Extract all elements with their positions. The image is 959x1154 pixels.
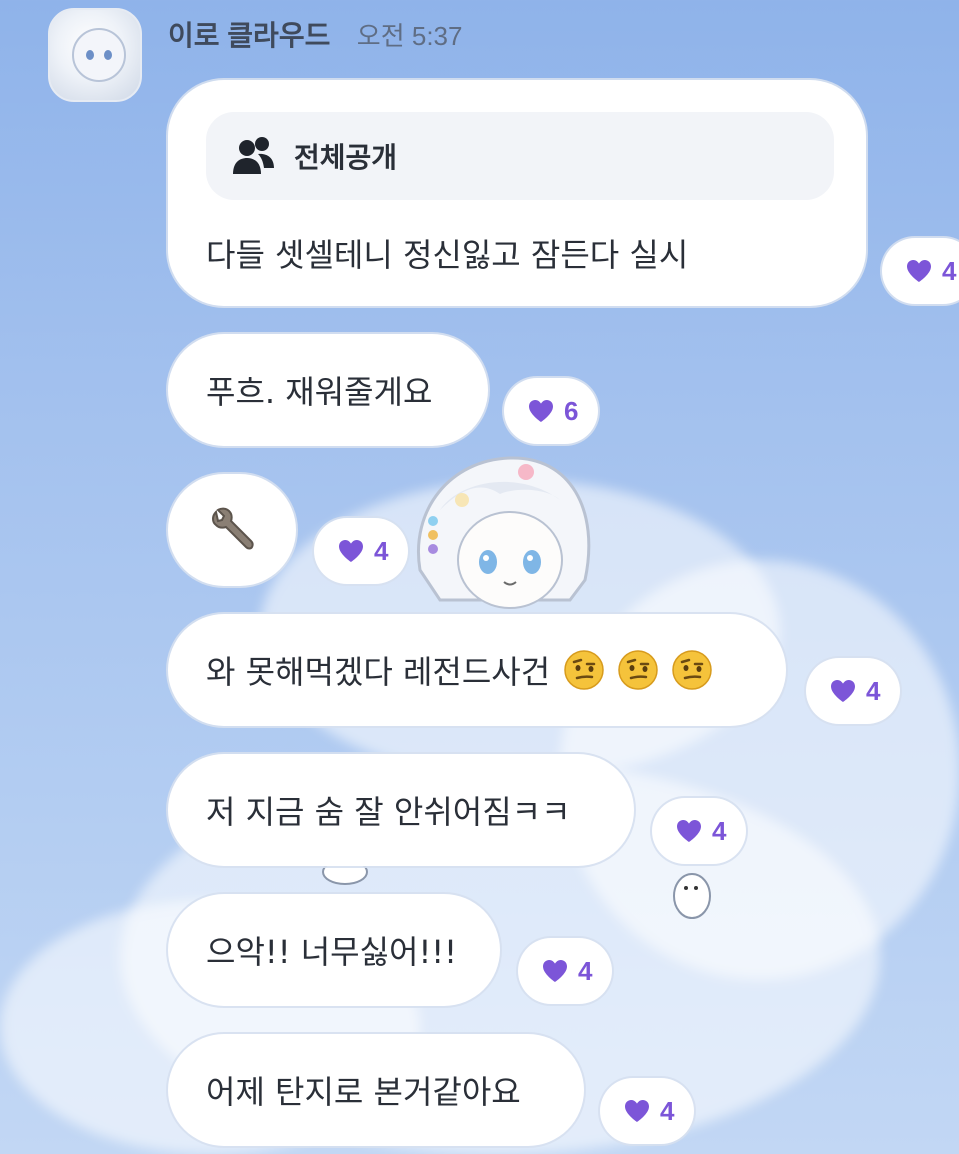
like-badge[interactable]: 4 xyxy=(314,518,409,584)
like-count: 6 xyxy=(564,395,579,426)
wrench-icon xyxy=(212,507,254,550)
visibility-tag: 전체공개 xyxy=(206,112,834,200)
message-text: 으악!! 너무싫어!!! xyxy=(206,933,457,971)
raised-eyebrow-face-icon xyxy=(672,650,712,690)
avatar[interactable] xyxy=(48,8,142,102)
message-bubble[interactable]: 푸흐. 재워줄게요 xyxy=(168,334,488,446)
heart-icon xyxy=(907,260,931,282)
like-badge[interactable]: 4 xyxy=(652,798,747,864)
character-sticker xyxy=(417,456,591,609)
message-bubble[interactable] xyxy=(168,474,296,586)
message-text: 와 못해먹겠다 레전드사건 xyxy=(206,653,551,691)
visibility-label: 전체공개 xyxy=(294,141,398,174)
heart-icon xyxy=(543,960,567,982)
message-bubble[interactable]: 와 못해먹겠다 레전드사건 xyxy=(168,614,786,726)
like-count: 4 xyxy=(712,815,727,846)
heart-icon xyxy=(625,1100,649,1122)
avatar-eye xyxy=(86,50,94,60)
avatar-face xyxy=(72,28,126,82)
message-text: 다들 셋셀테니 정신잃고 잠든다 실시 xyxy=(206,236,689,274)
avatar-eye xyxy=(104,50,112,60)
like-count: 4 xyxy=(660,1095,675,1126)
raised-eyebrow-face-icon xyxy=(564,650,604,690)
like-count: 4 xyxy=(866,675,881,706)
like-badge[interactable]: 6 xyxy=(504,378,599,444)
message-bubble[interactable]: 으악!! 너무싫어!!! xyxy=(168,894,500,1006)
heart-icon xyxy=(831,680,855,702)
message-bubble[interactable]: 저 지금 숨 잘 안쉬어짐ㅋㅋ xyxy=(168,754,634,866)
people-icon xyxy=(233,137,274,174)
sender-info: 이로 클라우드 오전 5:37 xyxy=(168,14,462,54)
heart-icon xyxy=(677,820,701,842)
message-bubble[interactable]: 전체공개 다들 셋셀테니 정신잃고 잠든다 실시 xyxy=(168,80,866,306)
message-time: 오전 5:37 xyxy=(356,21,463,51)
like-badge[interactable]: 4 xyxy=(600,1078,695,1144)
raised-eyebrow-face-icon xyxy=(618,650,658,690)
like-badge[interactable]: 4 xyxy=(518,938,613,1004)
like-count: 4 xyxy=(578,955,593,986)
heart-icon xyxy=(529,400,553,422)
like-count: 4 xyxy=(942,255,957,286)
heart-icon xyxy=(339,540,363,562)
message-text: 푸흐. 재워줄게요 xyxy=(206,373,433,411)
like-badge[interactable]: 4 xyxy=(806,658,901,724)
seal-sticker xyxy=(673,873,711,919)
message-text: 저 지금 숨 잘 안쉬어짐ㅋㅋ xyxy=(206,793,571,831)
like-badge[interactable]: 4 xyxy=(882,238,959,304)
sender-name[interactable]: 이로 클라우드 xyxy=(168,20,330,51)
message-bubble[interactable]: 어제 탄지로 본거같아요 xyxy=(168,1034,584,1146)
like-count: 4 xyxy=(374,535,389,566)
message-text: 어제 탄지로 본거같아요 xyxy=(206,1073,521,1111)
